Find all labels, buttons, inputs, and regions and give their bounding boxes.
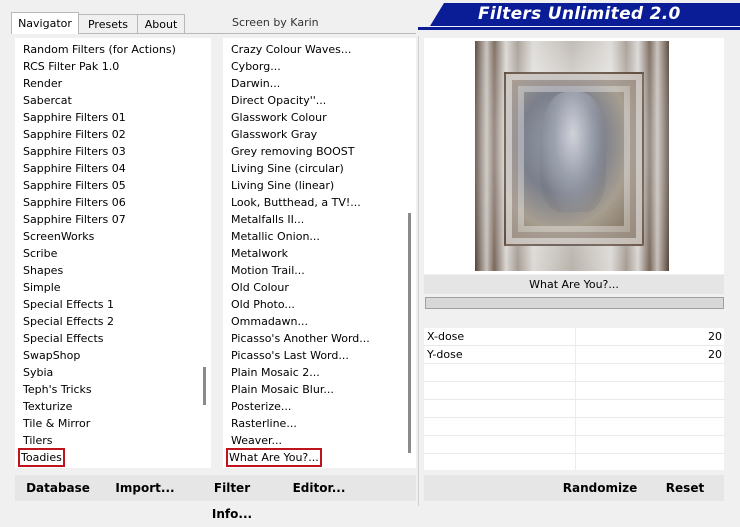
category-list-item[interactable]: ScreenWorks — [23, 228, 176, 245]
category-list-item[interactable]: Simple — [23, 279, 176, 296]
category-list-item[interactable]: Tilers — [23, 432, 176, 449]
param-row-empty — [424, 436, 724, 454]
filter-list-item[interactable]: Glasswork Gray — [231, 126, 370, 143]
filter-list-item[interactable]: Old Colour — [231, 279, 370, 296]
editor-button[interactable]: Editor... — [290, 475, 348, 501]
import-button[interactable]: Import... — [114, 475, 176, 501]
randomize-button[interactable]: Randomize — [560, 475, 640, 501]
app-title: Filters Unlimited 2.0 — [478, 4, 681, 24]
category-list[interactable]: Random Filters (for Actions) RCS Filter P… — [15, 38, 211, 468]
filter-list-item[interactable]: Metalfalls II... — [231, 211, 370, 228]
category-list-item[interactable]: Texturize — [23, 398, 176, 415]
category-list-item[interactable]: Sabercat — [23, 92, 176, 109]
tab-navigator[interactable]: Navigator — [11, 12, 79, 34]
category-list-item[interactable]: Shapes — [23, 262, 176, 279]
filter-list-item[interactable]: What Are You?... — [226, 448, 322, 467]
filter-list-item[interactable]: Living Sine (circular) — [231, 160, 370, 177]
filter-list-item[interactable]: Grey removing BOOST — [231, 143, 370, 160]
category-list-item[interactable]: Teph's Tricks — [23, 381, 176, 398]
tab-about[interactable]: About — [137, 14, 185, 33]
parameter-panel: X-dose 20 Y-dose 20 — [424, 328, 724, 470]
filter-list-item[interactable]: Living Sine (linear) — [231, 177, 370, 194]
category-list-item[interactable]: Tile & Mirror — [23, 415, 176, 432]
filter-list-item[interactable]: Glasswork Colour — [231, 109, 370, 126]
param-row-empty — [424, 400, 724, 418]
category-list-item[interactable]: Sapphire Filters 03 — [23, 143, 176, 160]
filter-info-button[interactable]: Filter Info... — [194, 475, 270, 521]
param-row-empty — [424, 382, 724, 400]
preview-image-subject — [540, 92, 606, 212]
category-list-item[interactable]: RCS Filter Pak 1.0 — [23, 58, 176, 75]
category-list-item[interactable]: Sapphire Filters 06 — [23, 194, 176, 211]
param-value[interactable]: 20 — [708, 346, 722, 363]
progress-bar — [425, 297, 724, 309]
panel-divider — [418, 36, 419, 506]
category-list-item[interactable]: Random Filters (for Actions) — [23, 41, 176, 58]
screen-credit: Screen by Karin — [232, 16, 319, 29]
filter-list-item[interactable]: Rasterline... — [231, 415, 370, 432]
filter-list-item[interactable]: Direct Opacity''... — [231, 92, 370, 109]
filter-list-item[interactable]: Darwin... — [231, 75, 370, 92]
filter-list-item[interactable]: Look, Butthead, a TV!... — [231, 194, 370, 211]
category-list-item[interactable]: Toadies — [18, 448, 65, 467]
category-list-item[interactable]: Sapphire Filters 01 — [23, 109, 176, 126]
current-filter-name: What Are You?... — [529, 278, 619, 291]
param-name: Y-dose — [427, 348, 463, 361]
filter-list-item[interactable]: Ommadawn... — [231, 313, 370, 330]
param-row-empty — [424, 364, 724, 382]
tab-presets[interactable]: Presets — [78, 14, 138, 33]
filter-list-item[interactable]: Metalwork — [231, 245, 370, 262]
category-list-item[interactable]: Special Effects 1 — [23, 296, 176, 313]
filter-list-item[interactable]: Cyborg... — [231, 58, 370, 75]
filter-list-item[interactable]: Crazy Colour Waves... — [231, 41, 370, 58]
category-list-item[interactable]: Sybia — [23, 364, 176, 381]
filter-scroll-thumb[interactable] — [408, 213, 411, 453]
filter-list-item[interactable]: Motion Trail... — [231, 262, 370, 279]
filter-list-item[interactable]: Weaver... — [231, 432, 370, 449]
param-row-x-dose[interactable]: X-dose 20 — [424, 328, 724, 346]
filter-scrollbar[interactable] — [407, 41, 412, 465]
filter-list-item[interactable]: Old Photo... — [231, 296, 370, 313]
param-row-empty — [424, 418, 724, 436]
category-list-item[interactable]: SwapShop — [23, 347, 176, 364]
category-list-item[interactable]: Render — [23, 75, 176, 92]
category-scrollbar[interactable] — [202, 41, 207, 465]
param-name: X-dose — [427, 330, 465, 343]
param-row-y-dose[interactable]: Y-dose 20 — [424, 346, 724, 364]
reset-button[interactable]: Reset — [660, 475, 710, 501]
category-list-item[interactable]: Sapphire Filters 05 — [23, 177, 176, 194]
database-button[interactable]: Database — [24, 475, 92, 501]
filter-list-item[interactable]: Picasso's Another Word... — [231, 330, 370, 347]
filter-list-item[interactable]: Picasso's Last Word... — [231, 347, 370, 364]
filter-list-item[interactable]: Plain Mosaic 2... — [231, 364, 370, 381]
category-list-item[interactable]: Sapphire Filters 04 — [23, 160, 176, 177]
category-list-item[interactable]: Sapphire Filters 02 — [23, 126, 176, 143]
category-list-item[interactable]: Special Effects — [23, 330, 176, 347]
banner-underline — [418, 27, 740, 30]
category-list-item[interactable]: Special Effects 2 — [23, 313, 176, 330]
filter-list[interactable]: Crazy Colour Waves... Cyborg... Darwin... D… — [223, 38, 416, 468]
category-list-item[interactable]: Scribe — [23, 245, 176, 262]
category-scroll-thumb[interactable] — [203, 367, 206, 405]
filter-list-item[interactable]: Plain Mosaic Blur... — [231, 381, 370, 398]
filter-list-item[interactable]: Posterize... — [231, 398, 370, 415]
param-value[interactable]: 20 — [708, 328, 722, 345]
filter-list-item[interactable]: Metallic Onion... — [231, 228, 370, 245]
category-list-item[interactable]: Sapphire Filters 07 — [23, 211, 176, 228]
